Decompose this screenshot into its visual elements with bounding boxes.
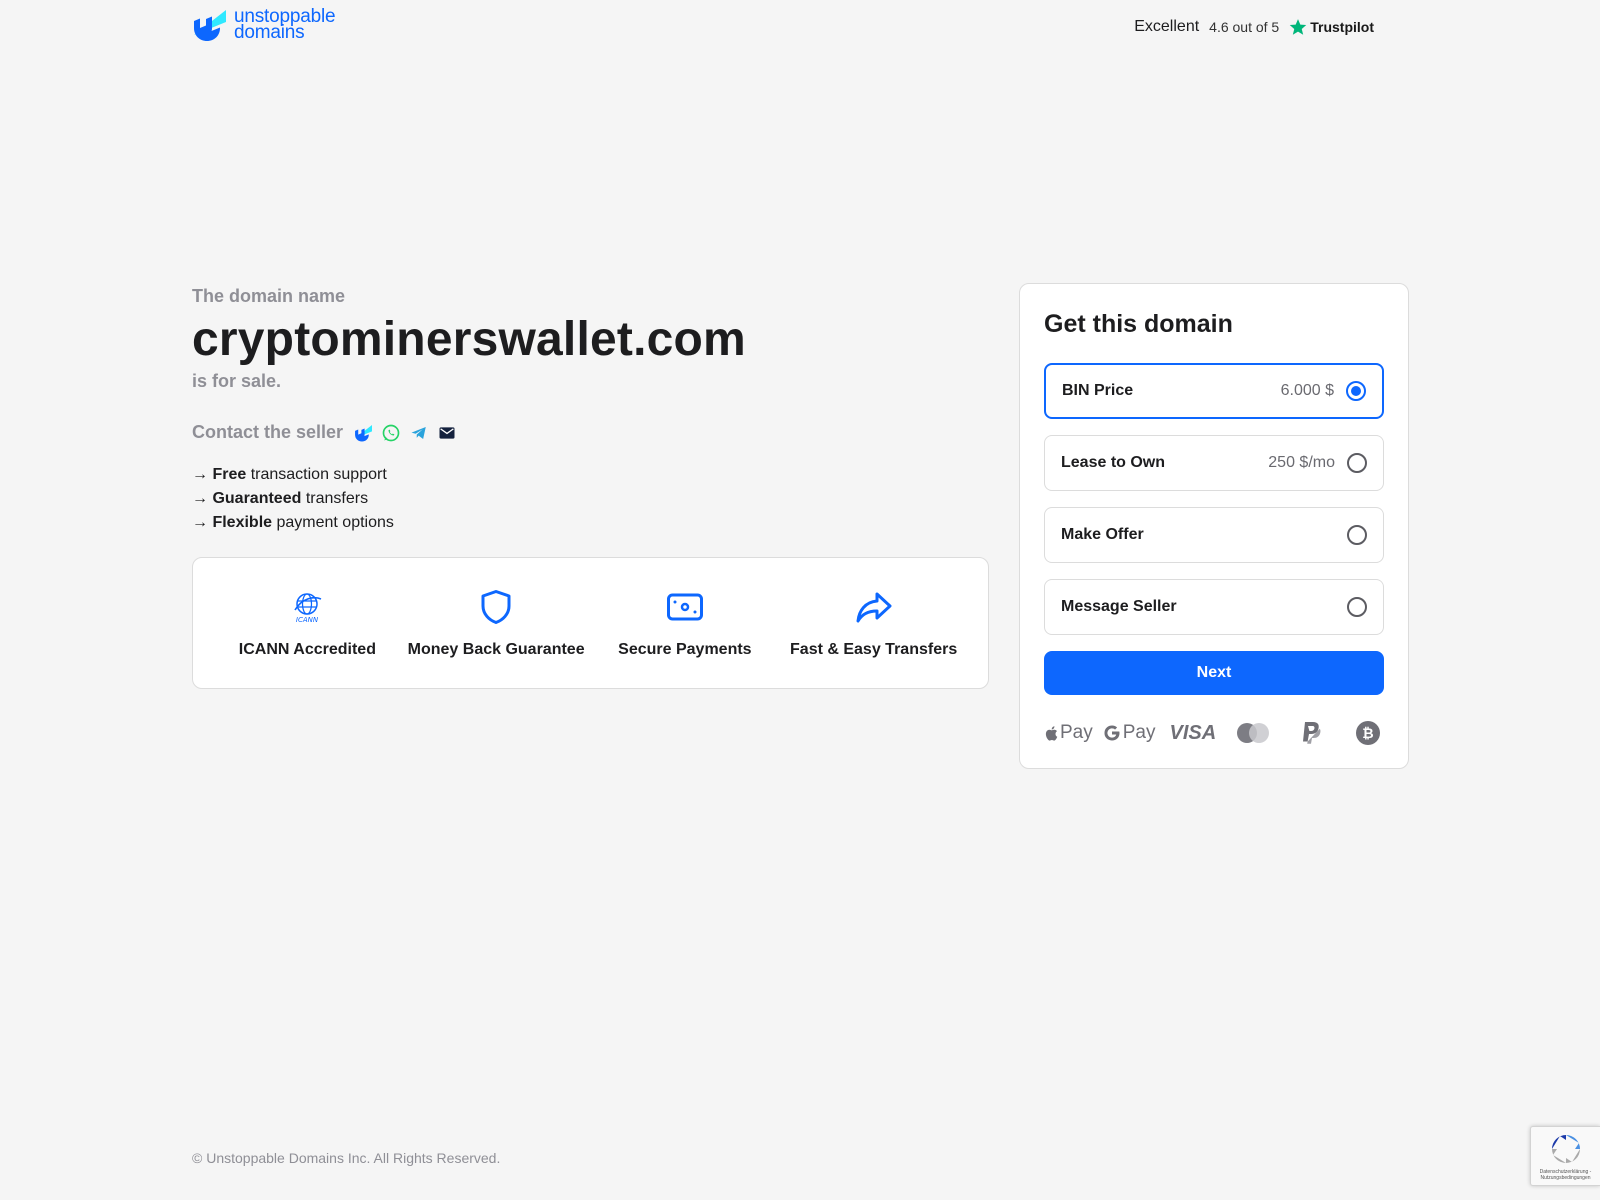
radio-selected[interactable] [1346,381,1366,401]
recaptcha-badge[interactable]: Datenschutzerklärung - Nutzungsbedingung… [1530,1126,1600,1186]
feature-fast-transfers: Fast & Easy Transfers [784,587,964,659]
next-button[interactable]: Next [1044,651,1384,695]
visa-icon: VISA [1170,719,1217,747]
logo-text: unstoppable domains [234,7,336,43]
apple-pay-label: Pay [1060,722,1093,743]
option-label: Message Seller [1061,598,1177,615]
apple-pay-icon: Pay [1044,719,1093,747]
visa-label: VISA [1169,721,1217,744]
radio-unselected[interactable] [1347,453,1367,473]
benefit-item: → Free transaction support [192,466,387,483]
telegram-icon[interactable] [409,423,429,443]
option-message-seller[interactable]: Message Seller [1044,579,1384,635]
trustpilot-label: Trustpilot [1310,19,1374,35]
logo-line-2: domains [234,22,305,43]
trustpilot-brand: Trustpilot [1289,18,1374,36]
google-pay-icon: Pay [1103,719,1156,747]
benefit-item: → Guaranteed transfers [192,490,369,507]
email-icon[interactable] [437,423,457,443]
features-panel: ICANN ICANN Accredited Money Back Guaran… [192,557,989,689]
trustpilot-star-icon [1289,19,1307,35]
payment-icon [666,587,704,627]
option-price: 250 $/mo [1268,454,1335,471]
benefits-list: → Free transaction support → Guaranteed … [192,463,988,535]
for-sale-text: is for sale. [192,371,282,391]
copyright: © Unstoppable Domains Inc. All Rights Re… [192,1150,501,1166]
option-bin-price[interactable]: BIN Price 6.000 $ [1044,363,1384,419]
purchase-card: Get this domain BIN Price 6.000 $ Lease … [1019,283,1409,769]
icann-icon: ICANN [290,587,324,627]
trustpilot-widget[interactable]: Excellent 4.6 out of 5 Trustpilot [1134,18,1374,36]
option-price: 6.000 $ [1280,382,1334,399]
feature-money-back: Money Back Guarantee [406,587,586,659]
svg-text:₿: ₿ [1362,726,1373,742]
share-arrow-icon [855,587,893,627]
bitcoin-icon: ₿ [1356,719,1381,747]
shield-icon [479,587,513,627]
unstoppable-logo-icon [194,10,226,41]
option-label: Lease to Own [1061,454,1166,471]
mastercard-icon [1234,719,1272,747]
benefit-item: → Flexible payment options [192,514,394,531]
domain-name: cryptominerswallet.com [192,313,746,366]
feature-label: Money Back Guarantee [407,641,585,658]
whatsapp-icon[interactable] [381,423,401,443]
feature-secure-payments: Secure Payments [595,587,775,659]
radio-unselected[interactable] [1347,525,1367,545]
contact-label: Contact the seller [192,422,344,442]
feature-label: ICANN Accredited [238,641,376,658]
paypal-icon [1300,719,1322,747]
purchase-options: BIN Price 6.000 $ Lease to Own 250 $/mo … [1044,363,1384,635]
feature-label: Secure Payments [618,641,752,658]
recaptcha-icon [1551,1135,1580,1163]
domain-info: The domain name cryptominerswallet.com i… [192,286,989,689]
svg-text:ICANN: ICANN [296,616,319,624]
trust-score: 4.6 out of 5 [1209,19,1280,35]
contact-seller: Contact the seller [192,422,988,443]
option-lease-to-own[interactable]: Lease to Own 250 $/mo [1044,435,1384,491]
brand-logo[interactable]: unstoppable domains [192,7,336,43]
card-title: Get this domain [1044,310,1233,338]
option-label: Make Offer [1061,526,1144,543]
payment-methods: Pay Pay VISA ₿ [1044,719,1384,747]
option-label: BIN Price [1062,382,1134,399]
recaptcha-text: Datenschutzerklärung - Nutzungsbedingung… [1539,1169,1592,1181]
unstoppable-contact-icon[interactable] [353,423,373,443]
radio-unselected[interactable] [1347,597,1367,617]
feature-label: Fast & Easy Transfers [790,641,958,658]
google-pay-label: Pay [1122,722,1156,743]
feature-icann: ICANN ICANN Accredited [217,587,397,659]
domain-kicker: The domain name [192,286,346,306]
option-make-offer[interactable]: Make Offer [1044,507,1384,563]
trust-rating: Excellent [1134,18,1200,35]
